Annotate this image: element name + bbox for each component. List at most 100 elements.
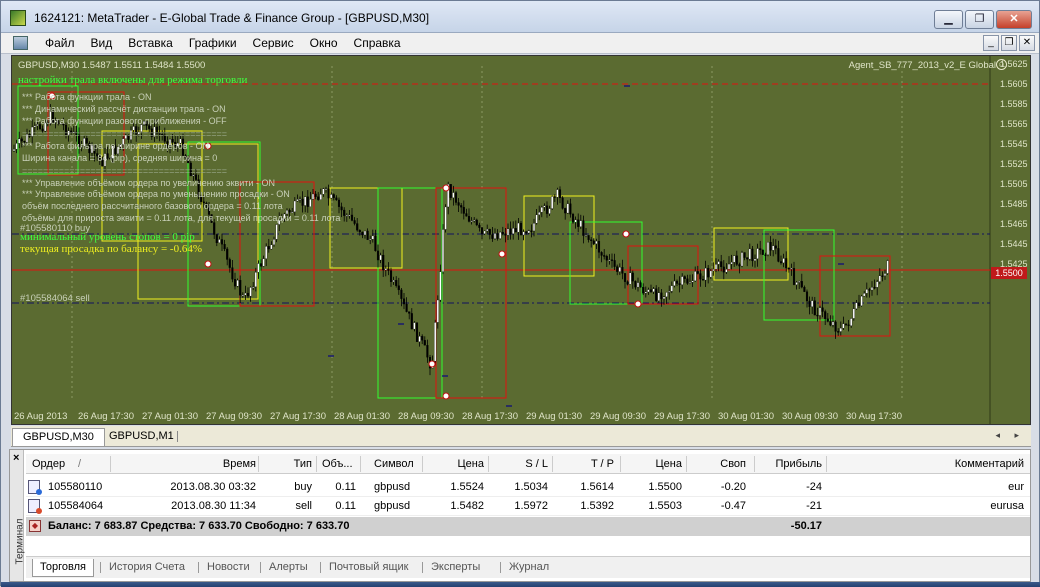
- candle-body: [790, 268, 793, 270]
- candle-body: [538, 212, 541, 215]
- current-price-label: 1.5500: [991, 267, 1027, 279]
- terminal-tab-1[interactable]: История Счета: [102, 559, 192, 577]
- menu-items: Файл Вид Вставка Графики Сервис Окно Справка: [37, 36, 409, 51]
- menu-item-3[interactable]: Графики: [181, 36, 245, 51]
- candle-body: [881, 275, 884, 277]
- terminal-tab-0[interactable]: Торговля: [32, 559, 94, 577]
- col-type[interactable]: Тип: [266, 458, 312, 470]
- col-current-price[interactable]: Цена: [626, 458, 682, 470]
- price-chart[interactable]: GBPUSD,M30 1.5487 1.5511 1.5484 1.5500 A…: [11, 55, 1031, 425]
- terminal-tab-5[interactable]: Эксперты: [424, 559, 487, 577]
- candle-body: [649, 289, 653, 292]
- tab-separator: [500, 562, 501, 573]
- candle-body: [821, 307, 824, 312]
- table-row[interactable]: 105580110 2013.08.30 03:32 buy 0.11 gbpu…: [26, 478, 1030, 497]
- candle-body: [327, 188, 330, 199]
- terminal-tab-3[interactable]: Алерты: [262, 559, 315, 577]
- candle-body: [358, 229, 361, 233]
- terminal-tab-6[interactable]: Журнал: [502, 559, 556, 577]
- candle-body: [647, 289, 650, 293]
- candle-body: [779, 261, 783, 264]
- candle-body: [454, 192, 458, 203]
- menu-item-2[interactable]: Вставка: [120, 36, 181, 51]
- tab-separator: [320, 562, 321, 573]
- menu-item-4[interactable]: Сервис: [245, 36, 302, 51]
- candle-body: [540, 207, 543, 213]
- candle-body: [863, 293, 866, 297]
- candle-body: [558, 189, 562, 198]
- time-tick: 26 Aug 2013: [14, 411, 68, 422]
- candle-body: [792, 268, 796, 285]
- tab-separator: [177, 431, 178, 442]
- candle-body: [681, 276, 684, 285]
- order-profit: -24: [806, 481, 822, 493]
- candle-body: [597, 240, 601, 253]
- candle-body: [514, 228, 517, 233]
- table-row[interactable]: 105584064 2013.08.30 11:34 sell 0.11 gbp…: [26, 497, 1030, 516]
- candle-body: [345, 215, 348, 217]
- candle-body: [488, 229, 491, 235]
- mdi-close-button[interactable]: ✕: [1019, 35, 1035, 51]
- col-tp[interactable]: T / P: [560, 458, 614, 470]
- menu-item-0[interactable]: Файл: [37, 36, 83, 51]
- maximize-button[interactable]: ❐: [965, 10, 994, 29]
- metatrader-window: 1624121: MetaTrader - E-Global Trade & F…: [0, 0, 1040, 587]
- col-swap[interactable]: Своп: [692, 458, 746, 470]
- candle-body: [834, 321, 837, 332]
- candle-body: [886, 260, 889, 274]
- chart-window-icon[interactable]: [13, 36, 28, 50]
- tab-scroll-arrows[interactable]: ◂ ▸: [995, 430, 1025, 441]
- window-title: 1624121: MetaTrader - E-Global Trade & F…: [34, 11, 430, 25]
- info-line-0: *** Работа функции трала - ON: [22, 92, 152, 102]
- menu-item-5[interactable]: Окно: [302, 36, 346, 51]
- candle-body: [587, 235, 590, 240]
- col-order[interactable]: Ордер: [32, 458, 65, 470]
- info-line-8: *** Управление объёмом ордера по уменьше…: [22, 189, 290, 199]
- col-comment[interactable]: Комментарий: [926, 458, 1024, 470]
- col-symbol[interactable]: Символ: [374, 458, 414, 470]
- order-tp: 1.5392: [580, 500, 614, 512]
- minimize-button[interactable]: ▁: [934, 10, 963, 29]
- col-price[interactable]: Цена: [426, 458, 484, 470]
- col-sl[interactable]: S / L: [496, 458, 548, 470]
- col-profit[interactable]: Прибыль: [760, 458, 822, 470]
- candle-body: [665, 292, 668, 297]
- candle-body: [532, 223, 536, 232]
- candle-body: [574, 219, 577, 223]
- candle-body: [348, 214, 351, 217]
- mdi-minimize-button[interactable]: _: [983, 35, 999, 51]
- col-time[interactable]: Время: [176, 458, 256, 470]
- candle-body: [434, 322, 437, 362]
- candle-body: [439, 271, 442, 301]
- candle-body: [564, 208, 567, 214]
- candle-body: [506, 228, 510, 236]
- info-line-2: *** Работа функции разового приближения …: [22, 116, 227, 126]
- col-sep: [316, 456, 317, 472]
- mdi-restore-button[interactable]: ❐: [1001, 35, 1017, 51]
- candle-body: [644, 291, 647, 294]
- candle-body: [701, 278, 705, 281]
- candle-body: [460, 205, 463, 208]
- chart-tab-gbpusd-m1[interactable]: GBPUSD,M1: [99, 428, 184, 446]
- candle-body: [288, 210, 291, 213]
- terminal-tab-2[interactable]: Новости: [200, 559, 257, 577]
- candle-body: [751, 248, 754, 262]
- title-bar[interactable]: 1624121: MetaTrader - E-Global Trade & F…: [1, 1, 1039, 33]
- col-volume[interactable]: Объ...: [322, 458, 353, 470]
- chart-tab-gbpusd-m30[interactable]: GBPUSD,M30: [12, 428, 105, 446]
- candle-body: [499, 231, 502, 239]
- candle-body: [512, 228, 515, 234]
- menu-item-1[interactable]: Вид: [83, 36, 121, 51]
- col-sep: [754, 456, 755, 472]
- menu-item-6[interactable]: Справка: [346, 36, 409, 51]
- tab-separator: [422, 562, 423, 573]
- candle-body: [478, 224, 481, 228]
- terminal-close-icon[interactable]: ×: [13, 452, 19, 464]
- candle-body: [322, 188, 325, 195]
- terminal-tab-4[interactable]: Почтовый ящик: [322, 559, 415, 577]
- candle-body: [699, 273, 702, 280]
- close-button[interactable]: ✕: [996, 10, 1032, 29]
- fractal-marker: [498, 250, 506, 258]
- candle-body: [865, 289, 868, 294]
- candle-body: [475, 219, 478, 226]
